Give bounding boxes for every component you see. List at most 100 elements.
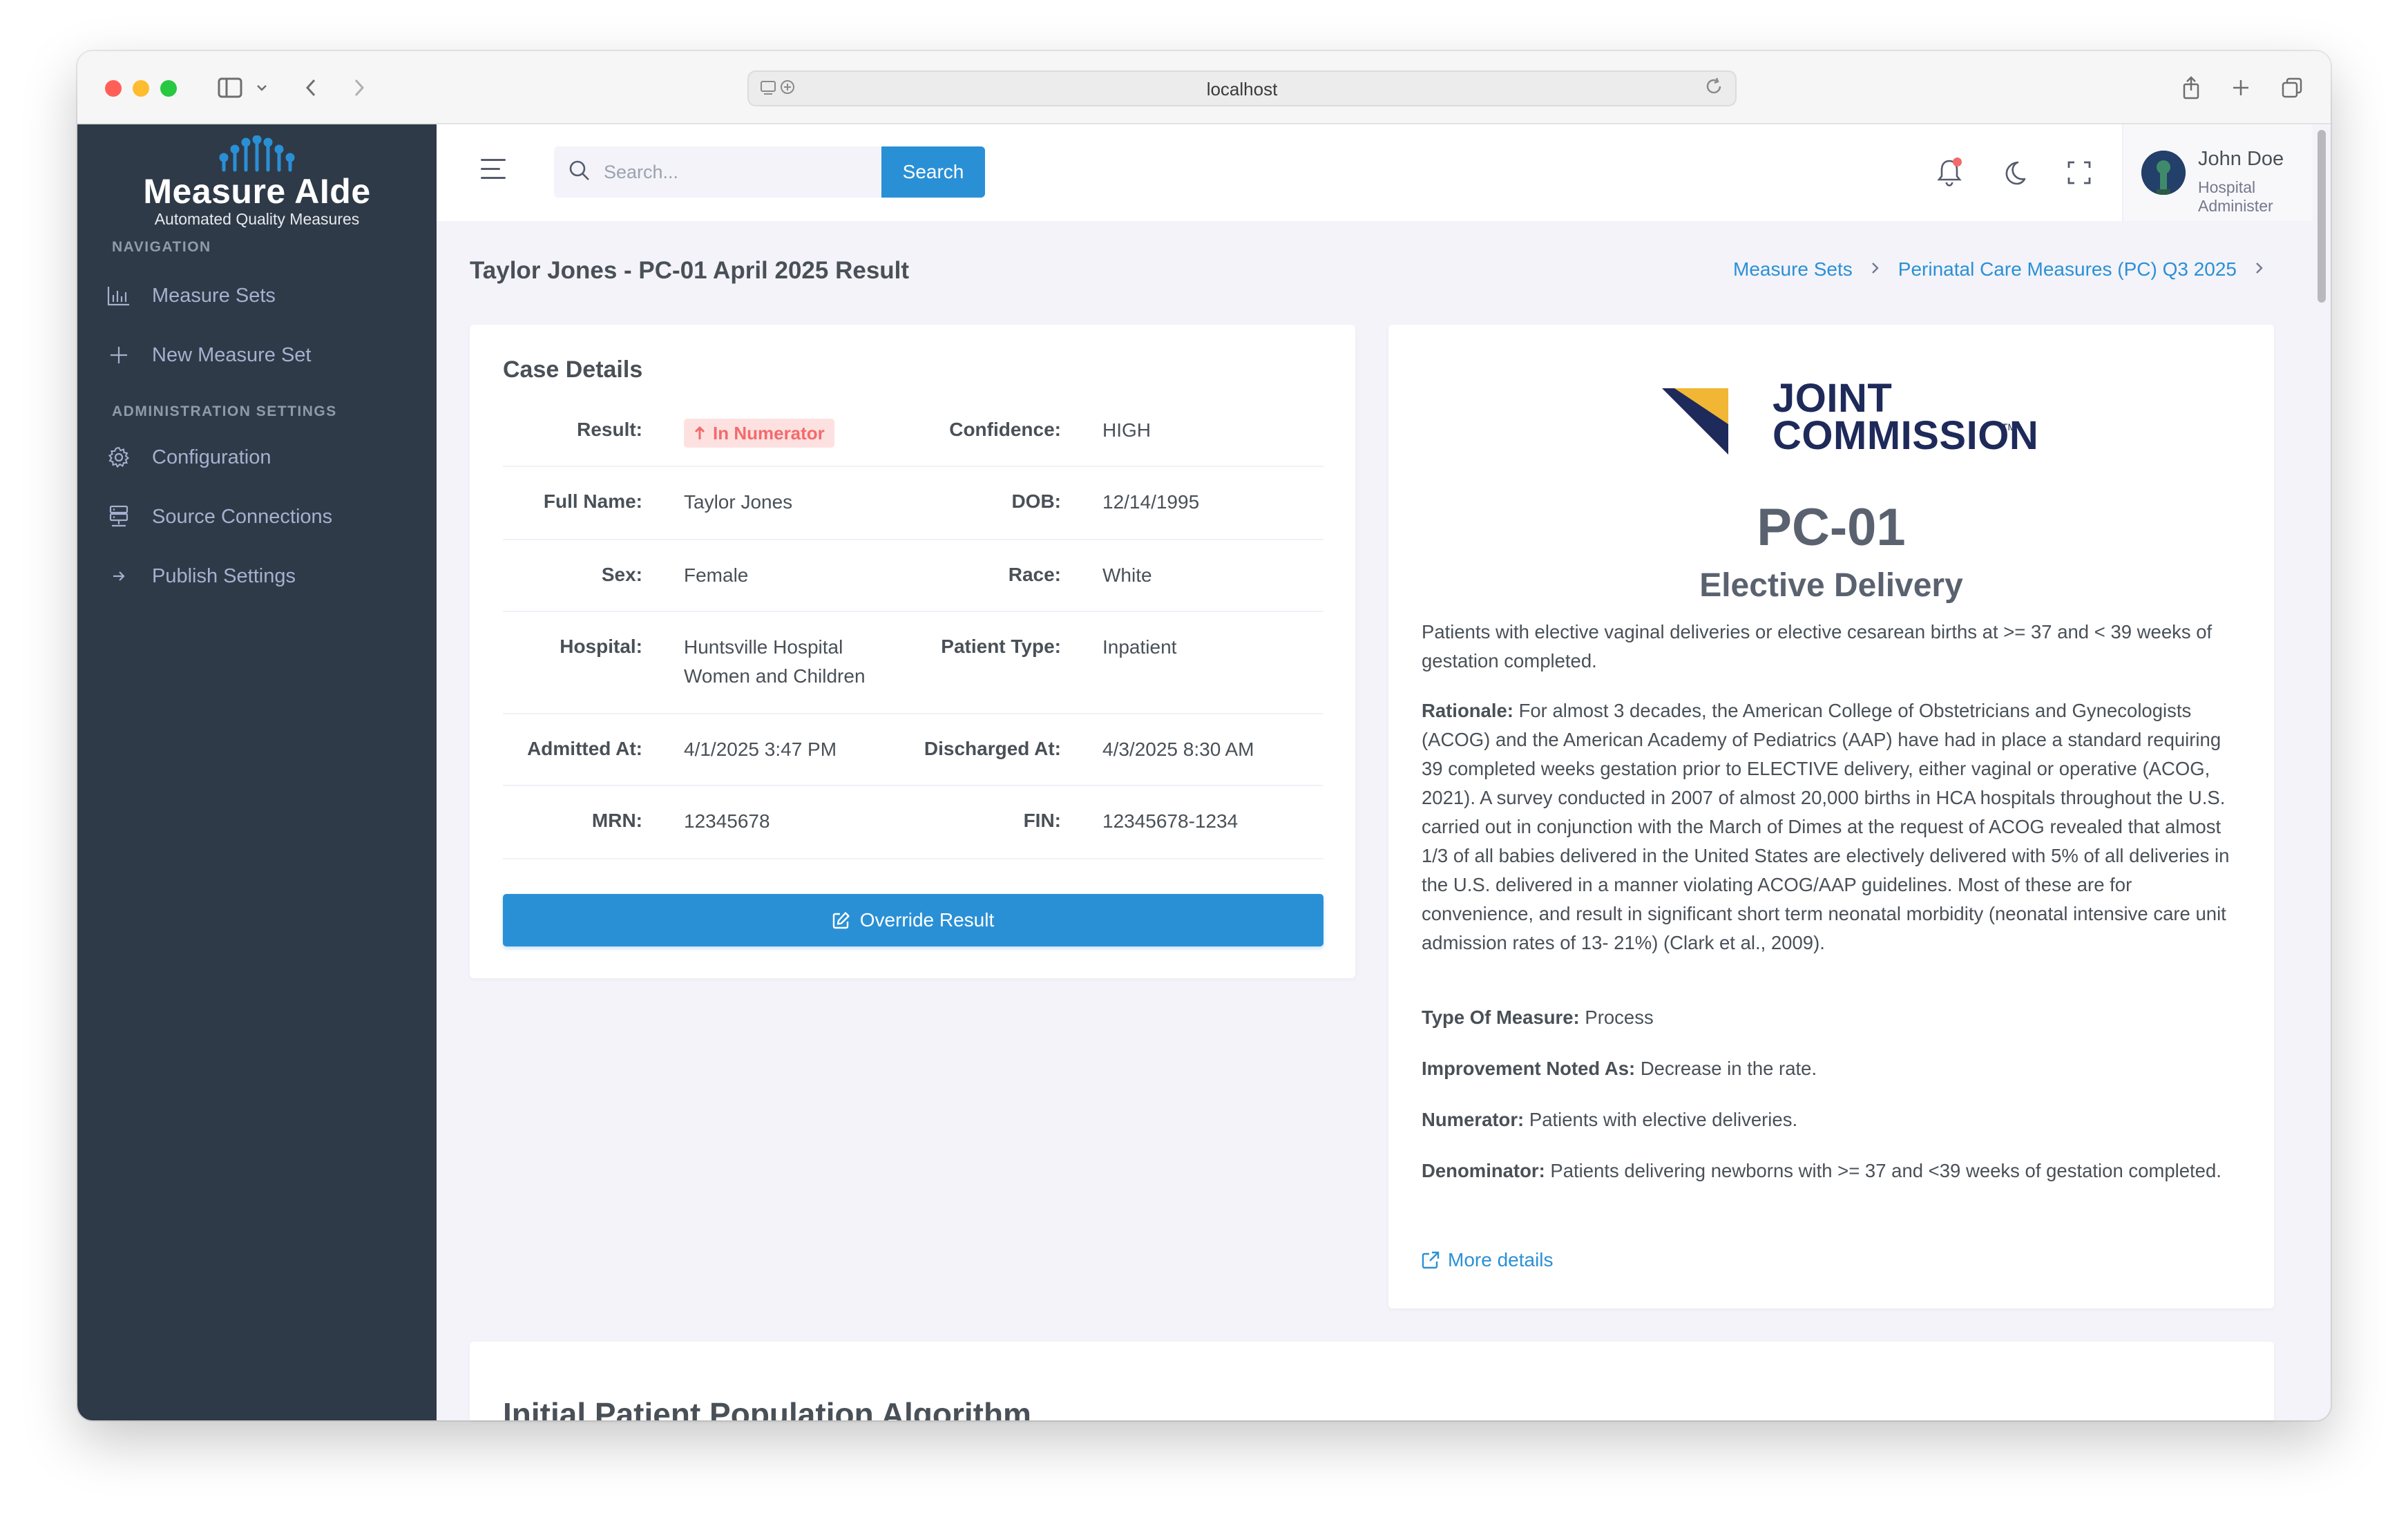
type-value: Process [1585, 1007, 1654, 1028]
sidebar-item-publish-settings[interactable]: Publish Settings [105, 555, 296, 597]
sidebar-item-label: Measure Sets [152, 284, 276, 307]
sex-label: Sex: [601, 564, 642, 585]
measure-info-card: JOINT COMMISSION TM PC-01 Elective Deliv… [1388, 325, 2274, 1308]
user-menu[interactable]: John Doe Hospital Administer [2122, 124, 2331, 221]
moon-icon [2005, 161, 2026, 185]
discharged-label: Discharged At: [924, 738, 1061, 759]
full-name-label: Full Name: [543, 490, 642, 512]
arrow-right-icon [105, 568, 133, 584]
algorithm-card: Initial Patient Population Algorithm [470, 1342, 2274, 1420]
server-icon [105, 505, 133, 528]
measure-denominator: Denominator: Patients delivering newborn… [1422, 1156, 2242, 1185]
dob-value: 12/14/1995 [1102, 491, 1200, 513]
dark-mode-toggle[interactable] [1995, 153, 2034, 192]
mrn-label: MRN: [591, 810, 642, 831]
rationale-label: Rationale: [1422, 700, 1513, 721]
race-label: Race: [1008, 564, 1061, 585]
denominator-label: Denominator: [1422, 1160, 1545, 1181]
algorithm-title: Initial Patient Population Algorithm [503, 1396, 1031, 1420]
chevron-down-icon[interactable] [251, 70, 272, 105]
fin-label: FIN: [1023, 810, 1061, 831]
fin-value: 12345678-1234 [1102, 810, 1239, 832]
org-trademark: TM [2002, 421, 2016, 432]
sidebar-item-label: Publish Settings [152, 564, 296, 587]
full-name-value: Taylor Jones [684, 491, 793, 513]
discharged-value: 4/3/2025 8:30 AM [1102, 739, 1254, 760]
arrow-up-icon [694, 426, 705, 439]
topbar: Search John Doe Hospital Administer [437, 124, 2331, 221]
logo-subtitle: Automated Quality Measures [154, 210, 360, 228]
measure-improvement: Improvement Noted As: Decrease in the ra… [1422, 1054, 2242, 1083]
numerator-value: Patients with elective deliveries. [1529, 1109, 1798, 1130]
reload-icon[interactable] [1703, 76, 1724, 102]
page-scrollbar[interactable] [2313, 124, 2331, 1420]
detail-row-ids: MRN: 12345678 FIN: 12345678-1234 [503, 786, 1324, 859]
case-details-title: Case Details [503, 356, 643, 383]
improvement-label: Improvement Noted As: [1422, 1058, 1636, 1079]
sidebar-item-label: Configuration [152, 446, 271, 468]
share-icon[interactable] [2177, 70, 2205, 105]
hospital-value-line2: Women and Children [684, 665, 866, 687]
edit-icon [832, 912, 850, 929]
admitted-value: 4/1/2025 3:47 PM [684, 739, 837, 760]
sidebar-item-new-measure-set[interactable]: New Measure Set [105, 334, 312, 376]
sidebar-item-source-connections[interactable]: Source Connections [105, 496, 332, 537]
search-box [554, 146, 881, 198]
user-role: Hospital Administer [2198, 178, 2273, 215]
logo-mark-icon [219, 135, 295, 172]
detail-row-name: Full Name: Taylor Jones DOB: 12/14/1995 [503, 467, 1324, 540]
scrollbar-thumb[interactable] [2318, 130, 2326, 303]
confidence-value: HIGH [1102, 419, 1151, 441]
search-input[interactable] [604, 161, 866, 183]
address-bar[interactable]: localhost [747, 70, 1737, 106]
fullscreen-icon [2067, 161, 2091, 184]
measure-rationale: Rationale: For almost 3 decades, the Ame… [1422, 696, 2242, 958]
url-text[interactable]: localhost [749, 79, 1735, 100]
forward-icon[interactable] [345, 70, 373, 105]
detail-row-result: Result: In Numerator Confidence: HIGH [503, 402, 1324, 467]
more-details-link[interactable]: More details [1422, 1249, 1554, 1271]
measure-type: Type Of Measure: Process [1422, 1003, 2242, 1032]
menu-toggle-icon[interactable] [481, 159, 506, 186]
override-result-button[interactable]: Override Result [503, 894, 1324, 946]
sidebar-toggle-icon[interactable] [213, 70, 247, 105]
mrn-value: 12345678 [684, 810, 770, 832]
more-details-label: More details [1448, 1249, 1554, 1270]
numerator-label: Numerator: [1422, 1109, 1525, 1130]
chevron-right-icon [2255, 258, 2264, 280]
breadcrumb-measure-set[interactable]: Perinatal Care Measures (PC) Q3 2025 [1898, 258, 2237, 280]
search-button[interactable]: Search [881, 146, 985, 198]
org-name-line2: COMMISSION [1772, 413, 2039, 458]
user-name: John Doe [2198, 148, 2284, 170]
measure-numerator: Numerator: Patients with elective delive… [1422, 1105, 2242, 1134]
notification-badge [1953, 158, 1962, 166]
denominator-value: Patients delivering newborns with >= 37 … [1550, 1160, 2221, 1181]
page-title: Taylor Jones - PC-01 April 2025 Result [470, 257, 910, 284]
fullscreen-button[interactable] [2060, 153, 2099, 192]
improvement-value: Decrease in the rate. [1640, 1058, 1817, 1079]
admitted-label: Admitted At: [527, 738, 642, 759]
notifications-button[interactable] [1930, 153, 1969, 192]
search-icon [568, 159, 591, 186]
tab-overview-icon[interactable] [2278, 70, 2306, 105]
nav-section-administration: ADMINISTRATION SETTINGS [112, 403, 337, 419]
browser-titlebar: localhost [77, 51, 2331, 124]
breadcrumb-measure-sets[interactable]: Measure Sets [1733, 258, 1853, 280]
minimize-window-button[interactable] [133, 80, 149, 97]
result-value: In Numerator [713, 422, 825, 444]
chevron-right-icon [1871, 258, 1880, 280]
gear-icon [105, 446, 133, 468]
close-window-button[interactable] [105, 80, 122, 97]
detail-row-dates: Admitted At: 4/1/2025 3:47 PM Discharged… [503, 714, 1324, 786]
sidebar-item-configuration[interactable]: Configuration [105, 437, 271, 478]
new-tab-icon[interactable] [2227, 70, 2255, 105]
confidence-label: Confidence: [949, 419, 1061, 440]
avatar [2141, 151, 2186, 195]
breadcrumb: Measure Sets Perinatal Care Measures (PC… [1733, 258, 2264, 280]
nav-section-navigation: NAVIGATION [112, 239, 211, 255]
maximize-window-button[interactable] [160, 80, 177, 97]
back-icon[interactable] [297, 70, 325, 105]
sidebar-item-measure-sets[interactable]: Measure Sets [105, 275, 276, 316]
dob-label: DOB: [1011, 490, 1061, 512]
measure-code: PC-01 [1757, 498, 1906, 557]
